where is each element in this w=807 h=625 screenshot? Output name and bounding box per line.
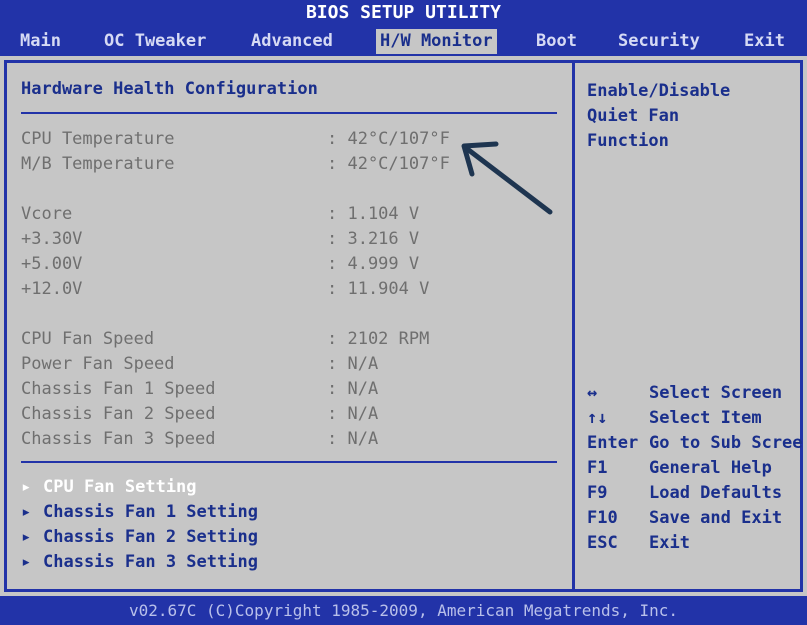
key-description: Save and Exit xyxy=(649,508,783,528)
key-description: Load Defaults xyxy=(649,483,783,503)
chassis-fan-3-speed-value: : N/A xyxy=(327,429,379,449)
menu-security[interactable]: Security xyxy=(614,29,704,54)
help-panel: Enable/Disable Quiet Fan Function xyxy=(587,79,797,154)
power-fan-speed-label: Power Fan Speed xyxy=(21,354,175,374)
key-row-select-item: ↑↓ Select Item xyxy=(587,406,807,431)
chassis-fan-1-speed-row: Chassis Fan 1 Speed : N/A xyxy=(21,379,541,404)
vcore-value: : 1.104 V xyxy=(327,204,420,224)
key-label: Enter xyxy=(587,433,639,453)
chassis-fan-1-speed-label: Chassis Fan 1 Speed xyxy=(21,379,216,399)
key-row-f1: F1 General Help xyxy=(587,456,807,481)
menu-boot[interactable]: Boot xyxy=(532,29,581,54)
mb-temperature-value: : 42°C/107°F xyxy=(327,154,450,174)
key-row-enter: Enter Go to Sub Scree xyxy=(587,431,807,456)
up-down-arrows-icon: ↑↓ xyxy=(587,408,608,428)
submenu-divider xyxy=(21,461,557,463)
submenu-cpu-fan-setting[interactable]: ▸ CPU Fan Setting xyxy=(21,477,197,502)
menu-advanced[interactable]: Advanced xyxy=(247,29,337,54)
chassis-fan-1-speed-value: : N/A xyxy=(327,379,379,399)
submenu-label: CPU Fan Setting xyxy=(43,477,197,497)
key-legend: ↔ Select Screen ↑↓ Select Item Enter Go … xyxy=(587,381,807,556)
menu-main[interactable]: Main xyxy=(16,29,65,54)
power-fan-speed-row: Power Fan Speed : N/A xyxy=(21,354,541,379)
section-divider xyxy=(21,112,557,114)
submenu-arrow-icon: ▸ xyxy=(21,477,32,497)
chassis-fan-2-speed-row: Chassis Fan 2 Speed : N/A xyxy=(21,404,541,429)
voltage-3v3-value: : 3.216 V xyxy=(327,229,420,249)
mb-temperature-label: M/B Temperature xyxy=(21,154,175,174)
submenu-arrow-icon: ▸ xyxy=(21,552,32,572)
voltage-12v-value: : 11.904 V xyxy=(327,279,430,299)
submenu-arrow-icon: ▸ xyxy=(21,502,32,522)
key-label: F9 xyxy=(587,483,608,503)
voltage-5v-row: +5.00V : 4.999 V xyxy=(21,254,541,279)
key-row-esc: ESC Exit xyxy=(587,531,807,556)
key-label: F10 xyxy=(587,508,618,528)
help-line: Quiet Fan xyxy=(587,106,680,126)
voltage-5v-label: +5.00V xyxy=(21,254,83,274)
title-bar: BIOS SETUP UTILITY xyxy=(0,0,807,28)
voltage-12v-label: +12.0V xyxy=(21,279,83,299)
menu-oc-tweaker[interactable]: OC Tweaker xyxy=(100,29,210,54)
left-right-arrows-icon: ↔ xyxy=(587,383,598,403)
key-description: Exit xyxy=(649,533,690,553)
submenu-chassis-fan-3-setting[interactable]: ▸ Chassis Fan 3 Setting xyxy=(21,552,258,577)
app-title: BIOS SETUP UTILITY xyxy=(305,2,502,23)
submenu-chassis-fan-1-setting[interactable]: ▸ Chassis Fan 1 Setting xyxy=(21,502,258,527)
voltage-3v3-row: +3.30V : 3.216 V xyxy=(21,229,541,254)
chassis-fan-2-speed-value: : N/A xyxy=(327,404,379,424)
section-title: Hardware Health Configuration xyxy=(21,79,318,99)
copyright-footer: v02.67C (C)Copyright 1985-2009, American… xyxy=(0,596,807,625)
key-label: ESC xyxy=(587,533,618,553)
submenu-chassis-fan-2-setting[interactable]: ▸ Chassis Fan 2 Setting xyxy=(21,527,258,552)
panel-divider xyxy=(572,63,575,589)
cpu-temperature-label: CPU Temperature xyxy=(21,129,175,149)
cpu-fan-speed-value: : 2102 RPM xyxy=(327,329,430,349)
submenu-arrow-icon: ▸ xyxy=(21,527,32,547)
vcore-label: Vcore xyxy=(21,204,73,224)
cpu-fan-speed-row: CPU Fan Speed : 2102 RPM xyxy=(21,329,541,354)
chassis-fan-3-speed-row: Chassis Fan 3 Speed : N/A xyxy=(21,429,541,454)
key-description: Go to Sub Scree xyxy=(649,433,803,453)
menu-exit[interactable]: Exit xyxy=(740,29,789,54)
main-frame: Hardware Health Configuration CPU Temper… xyxy=(4,60,803,592)
key-description: General Help xyxy=(649,458,772,478)
key-label: F1 xyxy=(587,458,608,478)
menu-bar: Main OC Tweaker Advanced H/W Monitor Boo… xyxy=(0,28,807,56)
chassis-fan-3-speed-label: Chassis Fan 3 Speed xyxy=(21,429,216,449)
key-description: Select Screen xyxy=(649,383,783,403)
chassis-fan-2-speed-label: Chassis Fan 2 Speed xyxy=(21,404,216,424)
key-row-f9: F9 Load Defaults xyxy=(587,481,807,506)
voltage-3v3-label: +3.30V xyxy=(21,229,83,249)
power-fan-speed-value: : N/A xyxy=(327,354,379,374)
submenu-label: Chassis Fan 3 Setting xyxy=(43,552,258,572)
voltage-12v-row: +12.0V : 11.904 V xyxy=(21,279,541,304)
submenu-label: Chassis Fan 1 Setting xyxy=(43,502,258,522)
key-row-select-screen: ↔ Select Screen xyxy=(587,381,807,406)
menu-hw-monitor[interactable]: H/W Monitor xyxy=(376,29,497,54)
annotation-arrow-icon xyxy=(461,141,553,215)
submenu-label: Chassis Fan 2 Setting xyxy=(43,527,258,547)
key-row-f10: F10 Save and Exit xyxy=(587,506,807,531)
cpu-fan-speed-label: CPU Fan Speed xyxy=(21,329,155,349)
cpu-temperature-value: : 42°C/107°F xyxy=(327,129,450,149)
help-line: Enable/Disable xyxy=(587,81,731,101)
help-line: Function xyxy=(587,131,669,151)
voltage-5v-value: : 4.999 V xyxy=(327,254,420,274)
key-description: Select Item xyxy=(649,408,762,428)
